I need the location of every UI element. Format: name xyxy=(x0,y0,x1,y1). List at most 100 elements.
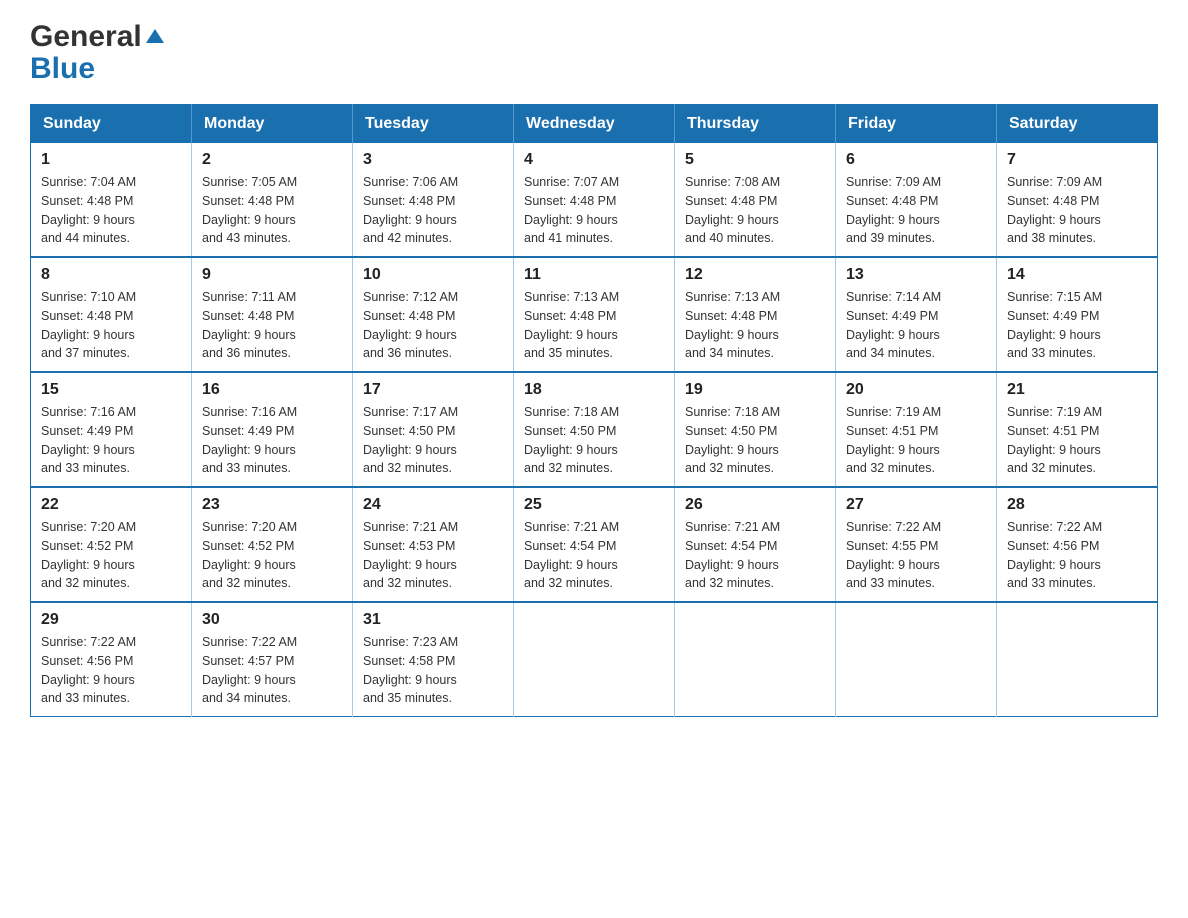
day-info: Sunrise: 7:06 AM Sunset: 4:48 PM Dayligh… xyxy=(363,173,503,248)
calendar-day-cell: 16 Sunrise: 7:16 AM Sunset: 4:49 PM Dayl… xyxy=(192,372,353,487)
calendar-day-cell: 3 Sunrise: 7:06 AM Sunset: 4:48 PM Dayli… xyxy=(353,143,514,257)
day-number: 5 xyxy=(685,151,825,169)
day-number: 11 xyxy=(524,266,664,284)
day-info: Sunrise: 7:13 AM Sunset: 4:48 PM Dayligh… xyxy=(685,288,825,363)
day-info: Sunrise: 7:09 AM Sunset: 4:48 PM Dayligh… xyxy=(1007,173,1147,248)
calendar-day-cell: 9 Sunrise: 7:11 AM Sunset: 4:48 PM Dayli… xyxy=(192,257,353,372)
day-number: 3 xyxy=(363,151,503,169)
day-number: 22 xyxy=(41,496,181,514)
day-number: 26 xyxy=(685,496,825,514)
day-info: Sunrise: 7:17 AM Sunset: 4:50 PM Dayligh… xyxy=(363,403,503,478)
day-of-week-header: Tuesday xyxy=(353,105,514,144)
day-number: 21 xyxy=(1007,381,1147,399)
day-of-week-header: Friday xyxy=(836,105,997,144)
day-info: Sunrise: 7:16 AM Sunset: 4:49 PM Dayligh… xyxy=(202,403,342,478)
calendar-week-row: 29 Sunrise: 7:22 AM Sunset: 4:56 PM Dayl… xyxy=(31,602,1158,717)
day-number: 9 xyxy=(202,266,342,284)
calendar-day-cell: 31 Sunrise: 7:23 AM Sunset: 4:58 PM Dayl… xyxy=(353,602,514,717)
day-number: 4 xyxy=(524,151,664,169)
calendar-day-cell: 27 Sunrise: 7:22 AM Sunset: 4:55 PM Dayl… xyxy=(836,487,997,602)
day-of-week-header: Wednesday xyxy=(514,105,675,144)
calendar-week-row: 15 Sunrise: 7:16 AM Sunset: 4:49 PM Dayl… xyxy=(31,372,1158,487)
day-of-week-header: Saturday xyxy=(997,105,1158,144)
logo-general-text: General xyxy=(30,20,166,54)
day-info: Sunrise: 7:13 AM Sunset: 4:48 PM Dayligh… xyxy=(524,288,664,363)
day-number: 31 xyxy=(363,611,503,629)
calendar-day-cell: 15 Sunrise: 7:16 AM Sunset: 4:49 PM Dayl… xyxy=(31,372,192,487)
calendar-day-cell: 29 Sunrise: 7:22 AM Sunset: 4:56 PM Dayl… xyxy=(31,602,192,717)
day-info: Sunrise: 7:22 AM Sunset: 4:57 PM Dayligh… xyxy=(202,633,342,708)
day-number: 2 xyxy=(202,151,342,169)
day-info: Sunrise: 7:22 AM Sunset: 4:55 PM Dayligh… xyxy=(846,518,986,593)
day-number: 24 xyxy=(363,496,503,514)
calendar-day-cell: 2 Sunrise: 7:05 AM Sunset: 4:48 PM Dayli… xyxy=(192,143,353,257)
calendar-day-cell: 13 Sunrise: 7:14 AM Sunset: 4:49 PM Dayl… xyxy=(836,257,997,372)
calendar-day-cell: 23 Sunrise: 7:20 AM Sunset: 4:52 PM Dayl… xyxy=(192,487,353,602)
day-of-week-header: Monday xyxy=(192,105,353,144)
day-info: Sunrise: 7:19 AM Sunset: 4:51 PM Dayligh… xyxy=(846,403,986,478)
logo: General Blue xyxy=(30,20,166,84)
calendar-day-cell xyxy=(514,602,675,717)
day-info: Sunrise: 7:10 AM Sunset: 4:48 PM Dayligh… xyxy=(41,288,181,363)
day-info: Sunrise: 7:20 AM Sunset: 4:52 PM Dayligh… xyxy=(202,518,342,593)
calendar-day-cell xyxy=(997,602,1158,717)
calendar-table: SundayMondayTuesdayWednesdayThursdayFrid… xyxy=(30,104,1158,717)
calendar-day-cell: 10 Sunrise: 7:12 AM Sunset: 4:48 PM Dayl… xyxy=(353,257,514,372)
day-info: Sunrise: 7:21 AM Sunset: 4:54 PM Dayligh… xyxy=(685,518,825,593)
day-number: 23 xyxy=(202,496,342,514)
calendar-week-row: 1 Sunrise: 7:04 AM Sunset: 4:48 PM Dayli… xyxy=(31,143,1158,257)
calendar-day-cell: 12 Sunrise: 7:13 AM Sunset: 4:48 PM Dayl… xyxy=(675,257,836,372)
day-number: 6 xyxy=(846,151,986,169)
day-number: 18 xyxy=(524,381,664,399)
day-info: Sunrise: 7:20 AM Sunset: 4:52 PM Dayligh… xyxy=(41,518,181,593)
page-header: General Blue xyxy=(30,20,1158,84)
day-info: Sunrise: 7:22 AM Sunset: 4:56 PM Dayligh… xyxy=(41,633,181,708)
day-number: 8 xyxy=(41,266,181,284)
day-info: Sunrise: 7:18 AM Sunset: 4:50 PM Dayligh… xyxy=(524,403,664,478)
day-number: 1 xyxy=(41,151,181,169)
day-number: 20 xyxy=(846,381,986,399)
day-number: 19 xyxy=(685,381,825,399)
day-info: Sunrise: 7:21 AM Sunset: 4:54 PM Dayligh… xyxy=(524,518,664,593)
calendar-day-cell: 7 Sunrise: 7:09 AM Sunset: 4:48 PM Dayli… xyxy=(997,143,1158,257)
day-info: Sunrise: 7:16 AM Sunset: 4:49 PM Dayligh… xyxy=(41,403,181,478)
day-info: Sunrise: 7:05 AM Sunset: 4:48 PM Dayligh… xyxy=(202,173,342,248)
day-number: 16 xyxy=(202,381,342,399)
day-number: 14 xyxy=(1007,266,1147,284)
day-info: Sunrise: 7:04 AM Sunset: 4:48 PM Dayligh… xyxy=(41,173,181,248)
day-info: Sunrise: 7:09 AM Sunset: 4:48 PM Dayligh… xyxy=(846,173,986,248)
day-info: Sunrise: 7:22 AM Sunset: 4:56 PM Dayligh… xyxy=(1007,518,1147,593)
day-number: 7 xyxy=(1007,151,1147,169)
calendar-day-cell: 8 Sunrise: 7:10 AM Sunset: 4:48 PM Dayli… xyxy=(31,257,192,372)
calendar-week-row: 22 Sunrise: 7:20 AM Sunset: 4:52 PM Dayl… xyxy=(31,487,1158,602)
calendar-day-cell: 6 Sunrise: 7:09 AM Sunset: 4:48 PM Dayli… xyxy=(836,143,997,257)
day-info: Sunrise: 7:15 AM Sunset: 4:49 PM Dayligh… xyxy=(1007,288,1147,363)
calendar-day-cell: 1 Sunrise: 7:04 AM Sunset: 4:48 PM Dayli… xyxy=(31,143,192,257)
calendar-header-row: SundayMondayTuesdayWednesdayThursdayFrid… xyxy=(31,105,1158,144)
calendar-day-cell: 4 Sunrise: 7:07 AM Sunset: 4:48 PM Dayli… xyxy=(514,143,675,257)
day-number: 28 xyxy=(1007,496,1147,514)
day-number: 13 xyxy=(846,266,986,284)
calendar-day-cell: 30 Sunrise: 7:22 AM Sunset: 4:57 PM Dayl… xyxy=(192,602,353,717)
calendar-day-cell xyxy=(836,602,997,717)
calendar-day-cell: 25 Sunrise: 7:21 AM Sunset: 4:54 PM Dayl… xyxy=(514,487,675,602)
day-info: Sunrise: 7:07 AM Sunset: 4:48 PM Dayligh… xyxy=(524,173,664,248)
day-info: Sunrise: 7:23 AM Sunset: 4:58 PM Dayligh… xyxy=(363,633,503,708)
calendar-day-cell: 14 Sunrise: 7:15 AM Sunset: 4:49 PM Dayl… xyxy=(997,257,1158,372)
calendar-day-cell: 18 Sunrise: 7:18 AM Sunset: 4:50 PM Dayl… xyxy=(514,372,675,487)
day-number: 25 xyxy=(524,496,664,514)
day-info: Sunrise: 7:08 AM Sunset: 4:48 PM Dayligh… xyxy=(685,173,825,248)
day-number: 29 xyxy=(41,611,181,629)
day-info: Sunrise: 7:11 AM Sunset: 4:48 PM Dayligh… xyxy=(202,288,342,363)
calendar-day-cell: 17 Sunrise: 7:17 AM Sunset: 4:50 PM Dayl… xyxy=(353,372,514,487)
day-number: 27 xyxy=(846,496,986,514)
day-of-week-header: Thursday xyxy=(675,105,836,144)
day-number: 30 xyxy=(202,611,342,629)
day-number: 12 xyxy=(685,266,825,284)
logo-triangle-icon xyxy=(144,25,166,47)
day-of-week-header: Sunday xyxy=(31,105,192,144)
calendar-week-row: 8 Sunrise: 7:10 AM Sunset: 4:48 PM Dayli… xyxy=(31,257,1158,372)
calendar-day-cell: 22 Sunrise: 7:20 AM Sunset: 4:52 PM Dayl… xyxy=(31,487,192,602)
calendar-day-cell: 21 Sunrise: 7:19 AM Sunset: 4:51 PM Dayl… xyxy=(997,372,1158,487)
calendar-day-cell: 26 Sunrise: 7:21 AM Sunset: 4:54 PM Dayl… xyxy=(675,487,836,602)
